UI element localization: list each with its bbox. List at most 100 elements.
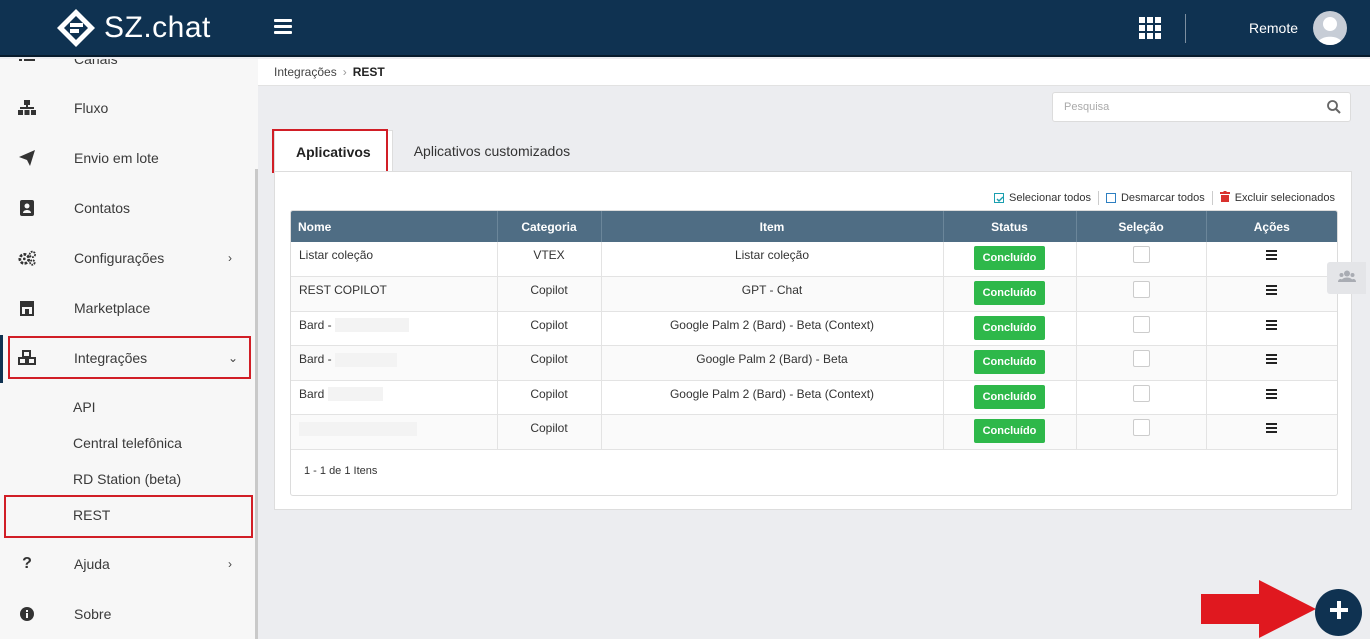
status-cell: Concluído bbox=[943, 414, 1077, 450]
selection-cell bbox=[1076, 311, 1207, 346]
sidebar-subitem-rest[interactable]: REST bbox=[0, 497, 255, 533]
delete-selected-button[interactable]: Excluir selecionados bbox=[1219, 191, 1335, 205]
status-cell: Concluído bbox=[943, 345, 1077, 381]
sidebar-item-canais[interactable]: Canais bbox=[0, 59, 255, 79]
item-cell: Listar coleção bbox=[601, 242, 944, 277]
sidebar-item-label: Configurações bbox=[74, 250, 165, 266]
avatar[interactable] bbox=[1313, 11, 1347, 45]
column-header[interactable]: Status bbox=[943, 211, 1077, 242]
row-menu-icon[interactable] bbox=[1266, 354, 1278, 364]
status-badge: Concluído bbox=[973, 350, 1046, 374]
column-header[interactable]: Nome bbox=[291, 211, 498, 242]
breadcrumb: Integrações › REST bbox=[258, 59, 1370, 86]
search-icon[interactable] bbox=[1327, 100, 1341, 114]
empty-box-icon bbox=[1105, 193, 1116, 203]
sidebar-item-label: Central telefônica bbox=[73, 435, 182, 451]
row-checkbox[interactable] bbox=[1132, 350, 1150, 367]
item-cell: Google Palm 2 (Bard) - Beta bbox=[601, 345, 944, 381]
sidebar-item-sobre[interactable]: Sobre bbox=[0, 594, 255, 634]
tabs: Aplicativos Aplicativos customizados bbox=[274, 130, 591, 172]
category-cell: Copilot bbox=[497, 380, 602, 415]
integrations-table: Nome Categoria Item Status Seleção Ações… bbox=[290, 210, 1338, 496]
row-checkbox[interactable] bbox=[1132, 419, 1150, 436]
column-header[interactable]: Ações bbox=[1206, 211, 1337, 242]
actions-cell bbox=[1206, 242, 1337, 277]
selection-cell bbox=[1076, 276, 1207, 312]
plus-icon bbox=[1329, 601, 1348, 624]
sidebar-subitem-api[interactable]: API bbox=[0, 389, 255, 425]
row-menu-icon[interactable] bbox=[1266, 388, 1278, 399]
sidebar-item-integracoes[interactable]: Integrações ⌄ bbox=[0, 338, 255, 378]
sidebar-item-label: Ajuda bbox=[74, 556, 110, 572]
select-all-button[interactable]: Selecionar todos bbox=[994, 192, 1091, 204]
row-menu-icon[interactable] bbox=[1266, 319, 1278, 330]
tab-aplicativos[interactable]: Aplicativos bbox=[274, 130, 393, 172]
actions-cell bbox=[1206, 311, 1337, 346]
sidebar-item-label: API bbox=[73, 399, 96, 415]
row-menu-icon[interactable] bbox=[1266, 250, 1278, 260]
column-header[interactable]: Categoria bbox=[497, 211, 602, 242]
name-cell: Bard - bbox=[291, 345, 498, 381]
row-checkbox[interactable] bbox=[1132, 281, 1150, 298]
menu-toggle-icon[interactable] bbox=[274, 19, 292, 35]
column-header[interactable]: Seleção bbox=[1076, 211, 1207, 242]
table-row: Bard Copilot Google Palm 2 (Bard) - Beta… bbox=[291, 380, 1337, 415]
category-cell: Copilot bbox=[497, 345, 602, 381]
divider bbox=[1211, 191, 1213, 205]
apps-grid-icon[interactable] bbox=[1139, 17, 1161, 39]
logo[interactable]: SZ.chat bbox=[56, 8, 211, 48]
search-input[interactable] bbox=[1053, 93, 1313, 121]
category-cell: Copilot bbox=[497, 414, 602, 450]
select-all-label: Selecionar todos bbox=[1009, 192, 1091, 204]
sidebar-item-envio-em-lote[interactable]: Envio em lote bbox=[0, 138, 255, 178]
sidebar: Canais Fluxo Envio em lote Contatos Conf… bbox=[0, 59, 258, 639]
tab-aplicativos-customizados[interactable]: Aplicativos customizados bbox=[393, 130, 591, 172]
sidebar-item-marketplace[interactable]: Marketplace bbox=[0, 288, 255, 328]
selection-cell bbox=[1076, 380, 1207, 415]
trash-icon bbox=[1219, 191, 1230, 205]
name-cell: Bard - bbox=[291, 311, 498, 346]
sidebar-subitem-rd-station[interactable]: RD Station (beta) bbox=[0, 461, 255, 497]
row-checkbox[interactable] bbox=[1132, 246, 1150, 263]
actions-cell bbox=[1206, 414, 1337, 450]
search-box bbox=[1052, 92, 1351, 122]
bulk-actions: Selecionar todos Desmarcar todos Excluir… bbox=[994, 191, 1335, 205]
sidebar-item-fluxo[interactable]: Fluxo bbox=[0, 88, 255, 128]
breadcrumb-current: REST bbox=[352, 65, 385, 79]
breadcrumb-parent[interactable]: Integrações bbox=[274, 65, 337, 79]
table-row: Bard - Copilot Google Palm 2 (Bard) - Be… bbox=[291, 345, 1337, 381]
user-name[interactable]: Remote bbox=[1249, 20, 1298, 36]
selection-cell bbox=[1076, 345, 1207, 381]
sidebar-scrollbar[interactable] bbox=[255, 169, 258, 639]
users-panel-tab[interactable] bbox=[1327, 262, 1366, 294]
sidebar-item-ajuda[interactable]: ? Ajuda › bbox=[0, 544, 255, 584]
column-header[interactable]: Item bbox=[601, 211, 944, 242]
paper-plane-icon bbox=[18, 149, 36, 167]
status-cell: Concluído bbox=[943, 276, 1077, 312]
name-cell bbox=[291, 414, 498, 450]
category-cell: VTEX bbox=[497, 242, 602, 277]
deselect-all-button[interactable]: Desmarcar todos bbox=[1105, 192, 1205, 204]
row-checkbox[interactable] bbox=[1132, 315, 1150, 333]
add-button[interactable] bbox=[1315, 589, 1362, 636]
sidebar-item-label: Fluxo bbox=[74, 100, 109, 116]
sidebar-item-label: RD Station (beta) bbox=[73, 471, 182, 487]
sidebar-item-label: Sobre bbox=[74, 606, 112, 622]
row-menu-icon[interactable] bbox=[1266, 285, 1278, 295]
name-cell: Listar coleção bbox=[291, 242, 498, 277]
sidebar-item-contatos[interactable]: Contatos bbox=[0, 188, 255, 228]
chevron-right-icon: › bbox=[228, 251, 232, 265]
logo-icon bbox=[56, 8, 96, 48]
divider bbox=[1185, 14, 1186, 43]
category-cell: Copilot bbox=[497, 311, 602, 346]
chevron-right-icon: › bbox=[228, 557, 232, 571]
redacted-text bbox=[299, 421, 417, 436]
sidebar-item-configuracoes[interactable]: Configurações › bbox=[0, 238, 255, 278]
row-checkbox[interactable] bbox=[1132, 384, 1150, 402]
selection-cell bbox=[1076, 242, 1207, 277]
category-cell: Copilot bbox=[497, 276, 602, 312]
breadcrumb-separator: › bbox=[342, 65, 347, 79]
status-badge: Concluído bbox=[973, 419, 1046, 443]
row-menu-icon[interactable] bbox=[1266, 423, 1278, 433]
sidebar-subitem-central-telefonica[interactable]: Central telefônica bbox=[0, 425, 255, 461]
